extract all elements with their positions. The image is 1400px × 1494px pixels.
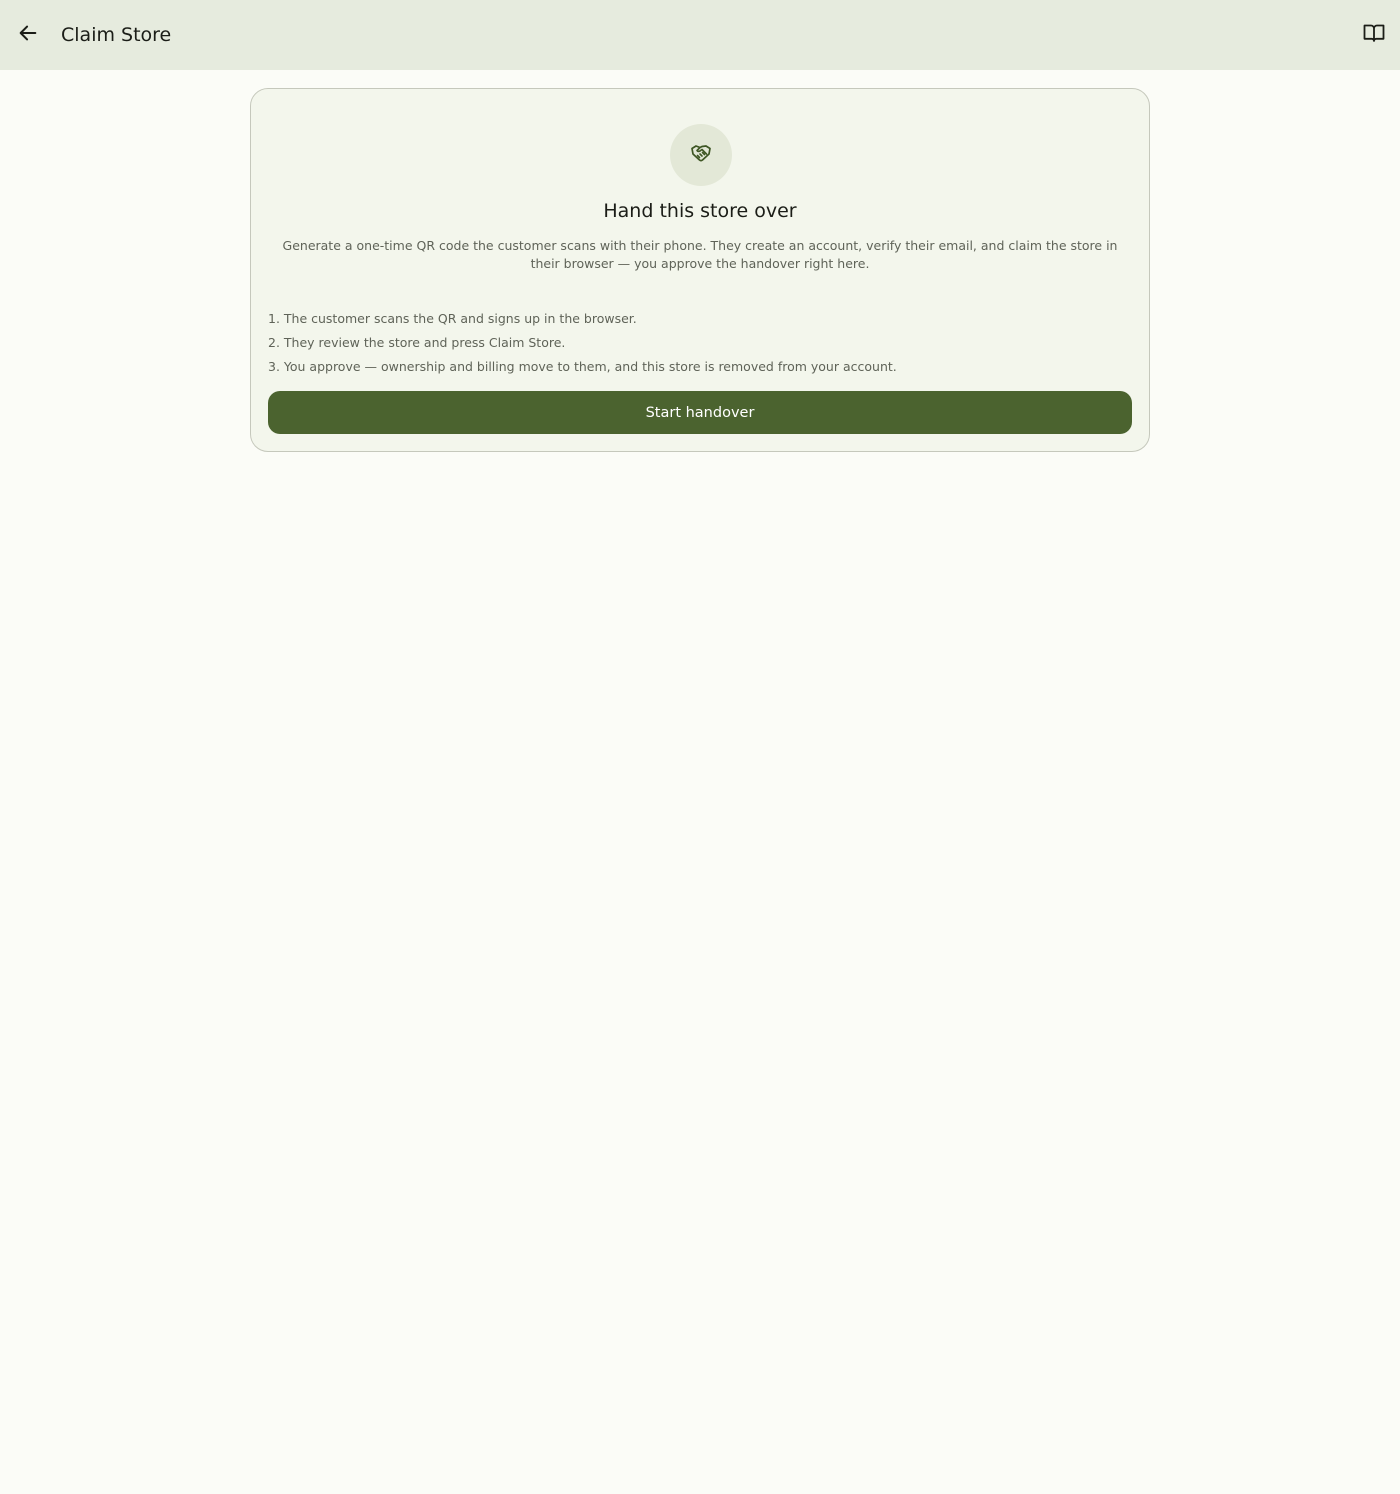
start-handover-button[interactable]: Start handover xyxy=(268,391,1132,434)
book-open-icon xyxy=(1362,21,1386,49)
arrow-left-icon xyxy=(17,22,39,48)
card-title: Hand this store over xyxy=(603,200,797,222)
page-title: Claim Store xyxy=(61,24,172,46)
handover-steps-list: 1. The customer scans the QR and signs u… xyxy=(268,307,1128,379)
card-description: Generate a one-time QR code the customer… xyxy=(282,238,1118,271)
guide-button[interactable] xyxy=(1360,21,1388,49)
step-item-3: 3. You approve — ownership and billing m… xyxy=(268,359,897,374)
top-app-bar: Claim Store xyxy=(0,0,1400,70)
handover-card: Hand this store over Generate a one-time… xyxy=(250,88,1150,452)
step-item-2: 2. They review the store and press Claim… xyxy=(268,335,566,350)
back-button[interactable] xyxy=(12,19,44,51)
handshake-icon xyxy=(689,141,713,169)
step-item-1: 1. The customer scans the QR and signs u… xyxy=(268,311,637,326)
handover-icon-badge xyxy=(670,124,732,186)
